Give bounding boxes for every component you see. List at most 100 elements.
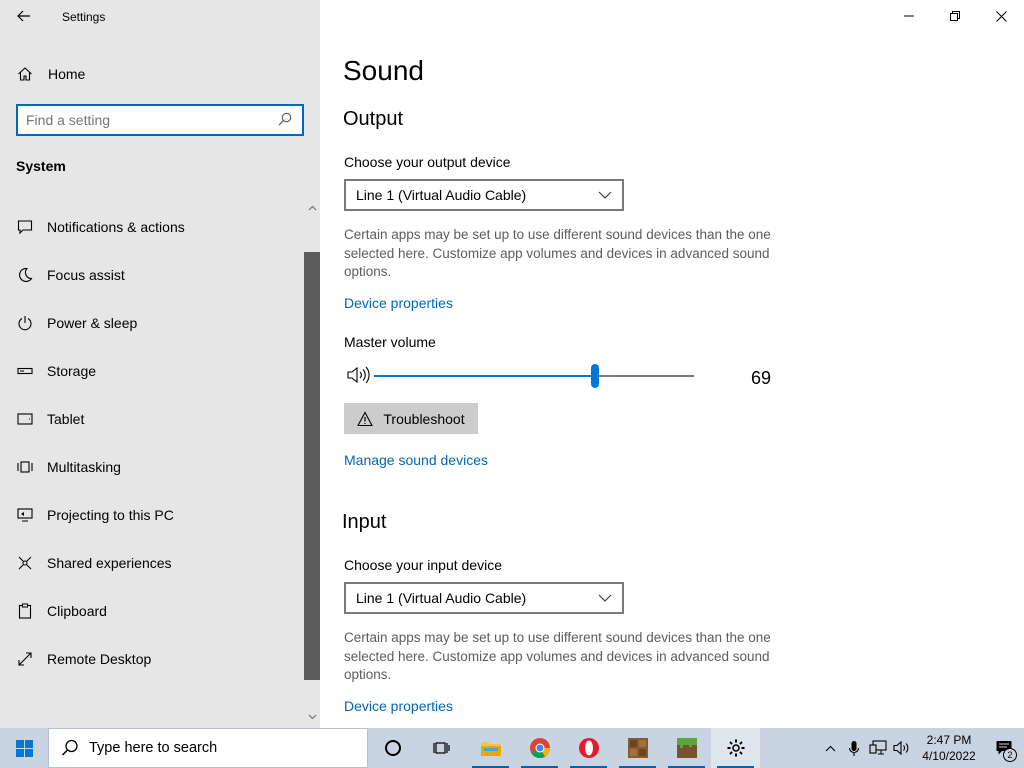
back-arrow-icon [17, 10, 30, 22]
sidebar-item-power-sleep[interactable]: Power & sleep [0, 299, 304, 347]
taskbar-apps [368, 728, 760, 768]
input-device-dropdown[interactable]: Line 1 (Virtual Audio Cable) [344, 582, 624, 614]
taskbar-search-placeholder: Type here to search [89, 740, 218, 756]
home-icon [16, 65, 34, 83]
chevron-down-icon [598, 594, 612, 602]
output-device-label: Choose your output device [344, 154, 511, 170]
back-button[interactable] [12, 4, 36, 28]
network-icon [869, 740, 887, 755]
settings-button[interactable] [711, 728, 760, 768]
input-device-properties-link[interactable]: Device properties [344, 698, 453, 714]
manage-sound-devices-link[interactable]: Manage sound devices [344, 452, 488, 468]
sidebar-item-label: Projecting to this PC [47, 507, 174, 523]
scrollbar-thumb[interactable] [304, 252, 320, 680]
cortana-icon [384, 740, 401, 756]
output-device-dropdown[interactable]: Line 1 (Virtual Audio Cable) [344, 179, 624, 211]
output-heading: Output [343, 108, 404, 130]
master-volume-value: 69 [751, 368, 772, 388]
notification-count-badge: 2 [1003, 748, 1017, 762]
microphone-icon [848, 740, 860, 756]
network-button[interactable] [866, 728, 890, 768]
settings-icon [727, 739, 744, 757]
master-volume-label: Master volume [344, 334, 436, 350]
sidebar-item-focus-assist[interactable]: Focus assist [0, 251, 304, 299]
master-volume-slider[interactable] [374, 364, 694, 388]
app-title: Settings [62, 10, 106, 24]
volume-fill [374, 375, 595, 377]
search-icon[interactable] [278, 112, 294, 128]
sidebar-item-shared-experiences[interactable]: Shared experiences [0, 539, 304, 587]
scroll-up-icon[interactable] [304, 196, 320, 220]
cortana-button[interactable] [368, 728, 417, 768]
start-button[interactable] [0, 728, 48, 768]
settings-search-input[interactable] [26, 112, 278, 128]
file-explorer-button[interactable] [466, 728, 515, 768]
volume-button[interactable] [890, 728, 914, 768]
task-view-button[interactable] [417, 728, 466, 768]
master-volume-row [344, 362, 784, 390]
input-heading: Input [342, 511, 387, 533]
tablet-icon [16, 410, 34, 428]
minecraft-button[interactable] [662, 728, 711, 768]
sidebar-item-label: Focus assist [47, 267, 125, 283]
sidebar-item-notifications[interactable]: Notifications & actions [0, 203, 304, 251]
sidebar-item-label: Storage [47, 363, 97, 379]
output-device-value: Line 1 (Virtual Audio Cable) [356, 187, 527, 203]
sidebar-item-label: Multitasking [47, 459, 121, 475]
scroll-down-icon[interactable] [304, 706, 320, 728]
search-icon [61, 739, 78, 756]
opera-icon [578, 738, 599, 758]
volume-slider-thumb[interactable] [591, 364, 599, 388]
sidebar-item-remote-desktop[interactable]: Remote Desktop [0, 635, 304, 683]
input-description: Certain apps may be set up to use differ… [344, 630, 771, 682]
action-center-button[interactable]: 2 [984, 728, 1024, 768]
tray-overflow-button[interactable] [818, 728, 842, 768]
sidebar-item-multitasking[interactable]: Multitasking [0, 443, 304, 491]
system-tray: 2:47 PM 4/10/2022 2 [818, 728, 1024, 768]
sidebar-item-label: Shared experiences [47, 555, 172, 571]
storage-icon [16, 362, 34, 380]
speaker-icon[interactable] [346, 364, 370, 386]
sidebar-item-projecting[interactable]: Projecting to this PC [0, 491, 304, 539]
sidebar-item-home[interactable]: Home [16, 62, 85, 86]
sidebar-item-clipboard[interactable]: Clipboard [0, 587, 304, 635]
multitasking-icon [16, 458, 34, 476]
sidebar-item-label: Home [48, 66, 86, 82]
output-description: Certain apps may be set up to use differ… [344, 227, 771, 279]
sidebar-item-tablet[interactable]: Tablet [0, 395, 304, 443]
opera-button[interactable] [564, 728, 613, 768]
main-content: Sound Output Choose your output device L… [320, 0, 1024, 728]
volume-icon [893, 740, 909, 756]
chrome-button[interactable] [515, 728, 564, 768]
projecting-icon [16, 506, 34, 524]
sidebar-item-label: Notifications & actions [47, 219, 185, 235]
task-view-icon [432, 742, 450, 754]
input-device-label: Choose your input device [344, 557, 502, 573]
clock-time: 2:47 PM [926, 733, 972, 747]
notifications-icon [16, 218, 34, 236]
sidebar-item-label: Remote Desktop [47, 651, 152, 667]
input-device-value: Line 1 (Virtual Audio Cable) [356, 590, 527, 606]
remote-desktop-icon [16, 650, 34, 668]
troubleshoot-label: Troubleshoot [383, 410, 465, 427]
file-explorer-icon [480, 742, 501, 756]
minecraft-launcher-button[interactable] [613, 728, 662, 768]
taskbar-search-box[interactable]: Type here to search [48, 728, 368, 768]
shared-experiences-icon [16, 554, 34, 572]
power-icon [16, 314, 34, 332]
page-title: Sound [343, 55, 424, 86]
sidebar-item-storage[interactable]: Storage [0, 347, 304, 395]
minecraft-icon [676, 738, 697, 758]
settings-search-box[interactable] [16, 104, 304, 136]
output-device-properties-link[interactable]: Device properties [344, 295, 453, 311]
moon-icon [16, 266, 34, 284]
sidebar-scrollbar[interactable] [304, 196, 320, 728]
troubleshoot-button[interactable]: Troubleshoot [344, 403, 478, 434]
taskbar-clock[interactable]: 2:47 PM 4/10/2022 [914, 732, 984, 764]
minecraft-launcher-icon [627, 738, 648, 758]
warning-icon [357, 410, 374, 426]
sidebar-item-label: Tablet [47, 411, 85, 427]
sidebar: Settings Home System Notifications & act… [0, 0, 320, 728]
sidebar-item-label: Power & sleep [47, 315, 138, 331]
microphone-button[interactable] [842, 728, 866, 768]
